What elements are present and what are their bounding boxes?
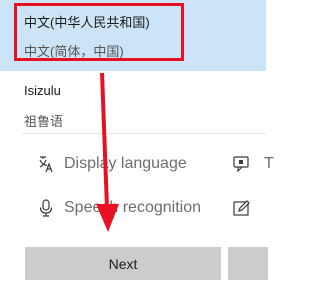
language-subtitle: 中文(简体，中国): [24, 44, 124, 59]
language-subtitle: 祖鲁语: [24, 114, 64, 129]
display-language-icon: [36, 154, 56, 174]
microphone-icon: [36, 198, 56, 218]
language-item-chinese-prc[interactable]: 中文(中华人民共和国) 中文(简体，中国): [0, 0, 266, 71]
next-button[interactable]: Next: [25, 247, 221, 280]
feature-label: T: [264, 155, 274, 172]
divider: [22, 133, 266, 134]
feature-label: Display language: [64, 155, 187, 172]
feature-speech-recognition: Speech recognition: [36, 196, 201, 220]
text-to-speech-icon: [232, 154, 252, 174]
language-item-isizulu[interactable]: Isizulu 祖鲁语: [0, 71, 266, 133]
feature-text-to-speech: T: [232, 152, 274, 176]
feature-display-language: Display language: [36, 152, 187, 176]
feature-handwriting: [232, 196, 264, 220]
language-name: Isizulu: [24, 83, 61, 98]
secondary-button[interactable]: [228, 247, 268, 280]
language-name: 中文(中华人民共和国): [24, 15, 150, 30]
feature-label: Speech recognition: [64, 199, 201, 216]
handwriting-icon: [232, 198, 252, 218]
